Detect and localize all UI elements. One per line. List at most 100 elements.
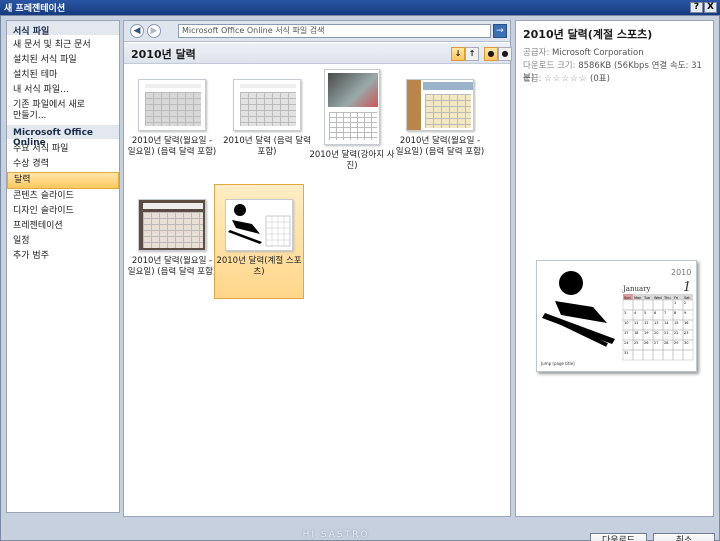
back-button[interactable]: ◀ [130,24,144,38]
day-number: 3 [624,311,626,315]
thumbnail-image [233,79,301,131]
preview-month: January [622,285,651,293]
window-title: 새 프레젠테이션 [4,4,66,14]
template-gallery: ◀ ▶ Microsoft Office Online 서식 파일 검색 → 2… [123,20,512,517]
sidebar-item-schedules[interactable]: 일정 [7,234,119,249]
day-number: 17 [624,331,628,335]
thumbnail-caption: 2010년 달력(월요일 - 일요일) (음력 달력 포함) [127,256,217,277]
template-thumbnail-selected[interactable]: 2010년 달력(계절 스포츠) [214,184,304,299]
day-cell [622,299,634,311]
sidebar-item-my-templates[interactable]: 내 서식 파일... [7,83,119,98]
day-number: 1 [674,301,676,305]
forward-button[interactable]: ▶ [147,24,161,38]
help-button[interactable]: ? [690,2,703,13]
category-title: 2010년 달력 [131,48,196,61]
sidebar-item-presentations[interactable]: 프레젠테이션 [7,219,119,234]
person-icon: ● [487,49,495,58]
rating-row: 등급: ☆☆☆☆☆ (0표) [523,72,610,84]
day-number: 15 [674,321,678,325]
day-number: 16 [684,321,688,325]
thumbnail-image [225,199,293,251]
arrow-right-icon: → [496,26,504,36]
sidebar-header-online: Microsoft Office Online [7,125,119,148]
preview-image: Jump (page title) 2010 January 1 Sun Mon T… [540,268,694,366]
search-go-button[interactable]: → [493,24,507,38]
rating-count: (0표) [590,74,610,84]
sidebar-item-recent[interactable]: 새 문서 및 최근 문서 [7,38,119,53]
view-details-button[interactable]: ● [498,47,512,61]
day-number: 28 [664,341,668,345]
day-number: 5 [644,311,646,315]
sort-descending-button[interactable]: ↑ [465,47,479,61]
day-number: 24 [624,341,629,345]
sidebar-item-from-existing[interactable]: 기존 파일에서 새로 만들기... [7,98,119,122]
template-thumbnail[interactable]: 2010년 달력(월요일 - 일요일) (음력 달력 포함) [395,79,485,189]
sidebar-item-design-slides[interactable]: 디자인 슬라이드 [7,204,119,219]
sidebar-item-content-slides[interactable]: 콘텐츠 슬라이드 [7,189,119,204]
day-number: 29 [674,341,678,345]
weekday-label: Tue [643,296,650,300]
template-preview: Jump (page title) 2010 January 1 Sun Mon T… [536,260,697,372]
sidebar-item-installed-templates[interactable]: 설치된 서식 파일 [7,53,119,68]
preview-calendar-grid: Sun Mon Tue Wed Thu Fri Sat1 23 4 5 6 7 8 910 11 12 13 14… [622,294,694,361]
day-cell [652,299,664,311]
rating-stars[interactable]: ☆☆☆☆☆ [544,74,587,84]
publisher-row: 공급자: Microsoft Corporation [523,46,644,58]
thumbnail-image [138,79,206,131]
arrow-right-icon: ▶ [150,26,158,36]
day-number: 27 [654,341,658,345]
sort-ascending-button[interactable]: ↓ [451,47,465,61]
day-number: 9 [684,311,686,315]
sidebar-item-awards[interactable]: 수상 경력 [7,157,119,172]
search-input[interactable]: Microsoft Office Online 서식 파일 검색 [178,24,491,38]
sidebar-item-more-categories[interactable]: 추가 범주 [7,249,119,264]
day-number: 23 [684,331,688,335]
thumbnail-caption: 2010년 달력(월요일 - 일요일) (음력 달력 포함) [127,136,217,157]
watermark-text: HI SASTRO [302,530,370,540]
sidebar-header-templates: 서식 파일 [7,21,119,37]
template-thumbnail[interactable]: 2010년 달력 (음력 달력 포함) [222,79,312,189]
thumbnail-caption: 2010년 달력(월요일 - 일요일) (음력 달력 포함) [395,136,485,157]
template-details-panel: 2010년 달력(계절 스포츠) 공급자: Microsoft Corporat… [515,20,714,517]
view-thumbnails-button[interactable]: ● [484,47,498,61]
sidebar-item-featured[interactable]: 주요 서식 파일 [7,142,119,157]
day-cell [642,299,654,311]
preview-month-number: 1 [683,280,691,295]
day-number: 11 [634,321,638,325]
sidebar-item-calendar[interactable]: 달력 [7,172,119,189]
sidebar-item-installed-themes[interactable]: 설치된 테마 [7,68,119,83]
day-number: 10 [624,321,628,325]
day-number: 21 [664,331,668,335]
template-thumbnail[interactable]: 2010년 달력(강아지 사진) [307,69,397,189]
thumbnail-image [324,69,380,145]
thumbnail-caption: 2010년 달력(강아지 사진) [309,150,395,171]
category-sidebar: 서식 파일 새 문서 및 최근 문서 설치된 서식 파일 설치된 테마 내 서식… [6,20,120,513]
weekday-label: Mon [634,296,641,300]
day-number: 25 [634,341,638,345]
thumbnail-image [406,79,474,131]
day-number: 13 [654,321,658,325]
day-cell [632,299,644,311]
weekday-label: Wed [654,296,662,300]
cancel-button[interactable]: 취소 [653,533,715,541]
person-icon: ● [501,49,509,58]
weekday-label: Sun [624,296,631,300]
template-thumbnail[interactable]: 2010년 달력(월요일 - 일요일) (음력 달력 포함) [127,199,217,309]
weekday-label: Thu [663,296,671,300]
day-cell [662,349,674,361]
download-button[interactable]: 다운로드 [590,533,647,541]
navigation-bar: ◀ ▶ Microsoft Office Online 서식 파일 검색 → [124,21,510,42]
day-cell [642,349,654,361]
day-number: 20 [654,331,658,335]
publisher-label: 공급자: [523,48,550,58]
day-cell [662,299,674,311]
title-bar: 새 프레젠테이션 ? X [0,0,720,15]
weekday-label: Fri [674,296,678,300]
sidebar-item-label: 만들기... [13,111,47,121]
template-thumbnail[interactable]: 2010년 달력(월요일 - 일요일) (음력 달력 포함) [127,79,217,189]
close-button[interactable]: X [704,2,717,13]
day-cell [672,349,684,361]
publisher-value: Microsoft Corporation [552,48,644,58]
dialog-body: 서식 파일 새 문서 및 최근 문서 설치된 서식 파일 설치된 테마 내 서식… [0,15,720,541]
day-number: 7 [664,311,666,315]
